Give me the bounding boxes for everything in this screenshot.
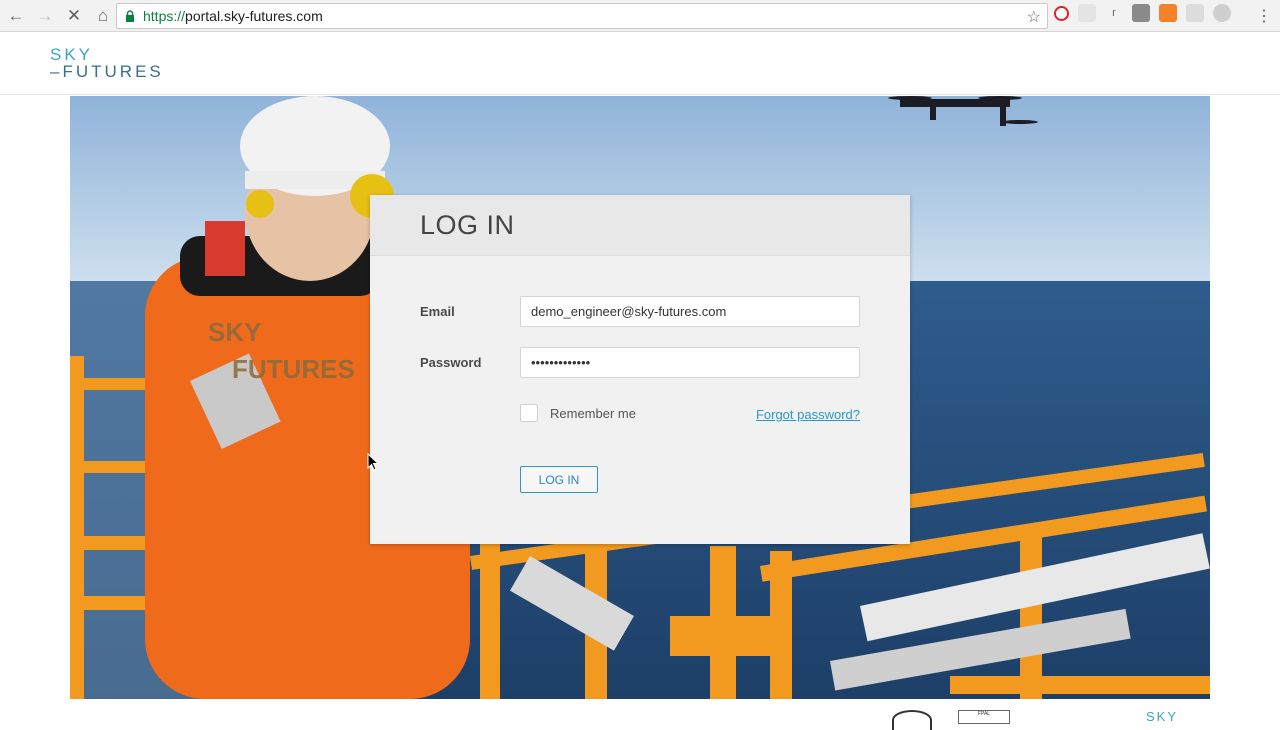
- footer-logo: SKY: [1146, 709, 1179, 724]
- extension-r-icon[interactable]: r: [1105, 4, 1123, 22]
- url-host: portal.sky-futures.com: [185, 8, 323, 24]
- login-title: LOG IN: [420, 209, 515, 240]
- extension-chat-icon[interactable]: [1186, 4, 1204, 22]
- forgot-password-link[interactable]: Forgot password?: [756, 407, 860, 422]
- vest-text-1: SKY: [208, 317, 261, 347]
- opera-extension-icon[interactable]: [1054, 5, 1069, 21]
- browser-toolbar: ← → ✕ ⌂ https://portal.sky-futures.com ☆…: [0, 0, 1280, 32]
- extension-icon[interactable]: [1078, 4, 1096, 22]
- address-bar[interactable]: https://portal.sky-futures.com ☆: [116, 3, 1048, 29]
- password-field[interactable]: [520, 347, 860, 378]
- extension-cloud-icon[interactable]: [1213, 4, 1231, 22]
- remember-me[interactable]: Remember me: [520, 404, 636, 422]
- fpal-badge: FPAL: [958, 710, 1010, 724]
- logo-line-1: SKY: [50, 45, 94, 64]
- back-icon[interactable]: ←: [3, 3, 29, 29]
- mouse-cursor-icon: [367, 453, 379, 471]
- certification-badge: [892, 710, 932, 730]
- extension-chart-icon[interactable]: [1159, 4, 1177, 22]
- email-field[interactable]: [520, 296, 860, 327]
- url-scheme: https://: [143, 8, 186, 24]
- email-label: Email: [420, 304, 455, 319]
- remember-me-checkbox[interactable]: [520, 404, 538, 422]
- vest-text-2: FUTURES: [232, 354, 355, 384]
- url-text: https://portal.sky-futures.com: [143, 8, 323, 24]
- logo-line-2-text: FUTURES: [62, 62, 164, 81]
- login-card-header: LOG IN: [370, 195, 910, 256]
- extension-box-icon[interactable]: [1132, 4, 1150, 22]
- site-header: SKY –FUTURES: [0, 33, 1280, 95]
- extension-icons: r: [1054, 4, 1231, 22]
- home-icon[interactable]: ⌂: [90, 3, 116, 29]
- site-footer: FPAL SKY: [0, 700, 1280, 730]
- logo-line-2: –FUTURES: [50, 62, 164, 81]
- forward-icon[interactable]: →: [32, 3, 58, 29]
- lock-icon: [126, 10, 134, 22]
- star-icon[interactable]: ☆: [1027, 7, 1041, 27]
- login-card: LOG IN Email Password Remember me Forgot…: [370, 195, 910, 544]
- password-row: Password: [420, 347, 860, 378]
- site-logo[interactable]: SKY –FUTURES: [50, 46, 164, 80]
- email-row: Email: [420, 296, 860, 327]
- login-button[interactable]: LOG IN: [520, 466, 598, 493]
- menu-icon[interactable]: ⋮: [1256, 6, 1272, 26]
- stop-icon[interactable]: ✕: [61, 3, 87, 29]
- password-label: Password: [420, 355, 482, 370]
- remember-me-label: Remember me: [550, 405, 636, 421]
